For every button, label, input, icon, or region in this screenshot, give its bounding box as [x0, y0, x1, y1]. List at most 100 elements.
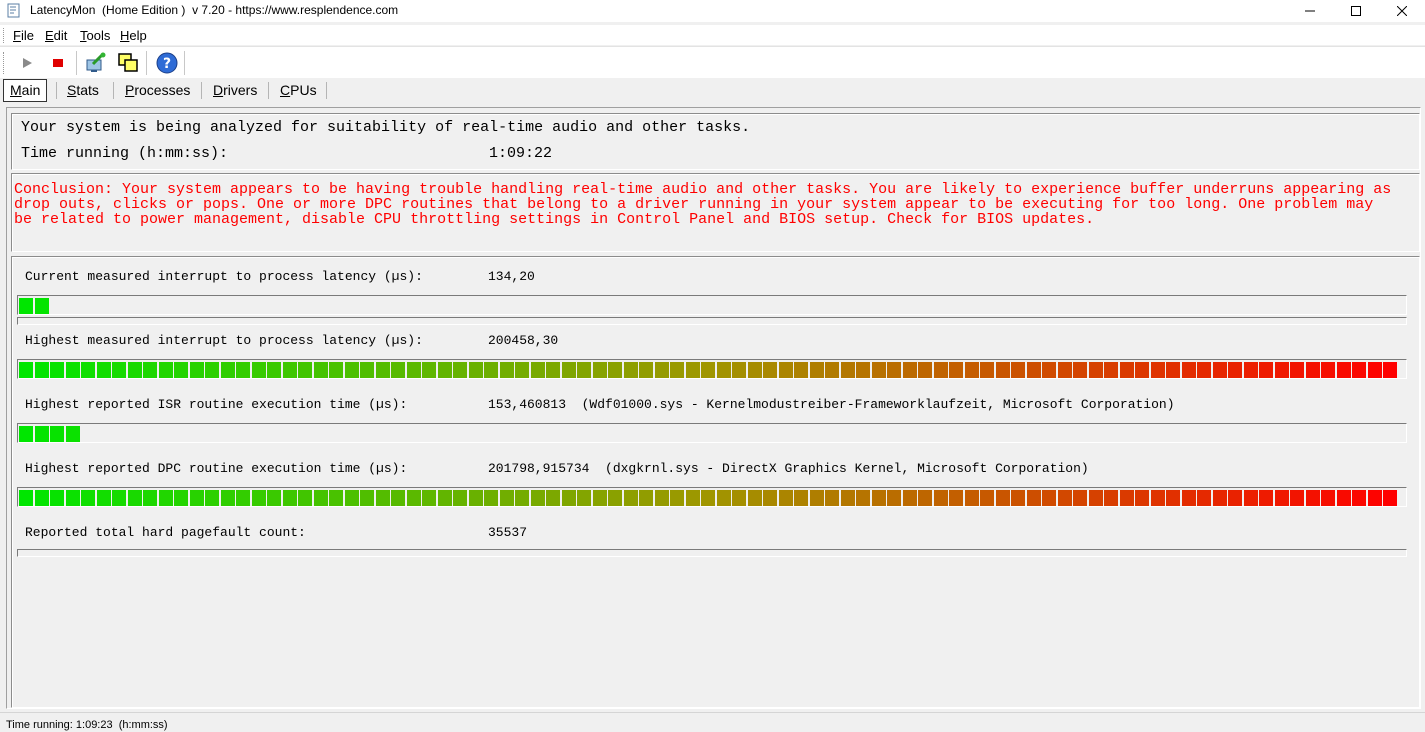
- current-latency-meter: [17, 295, 1407, 315]
- dpc-time-label: Highest reported DPC routine execution t…: [25, 461, 408, 476]
- window-title: LatencyMon (Home Edition ) v 7.20 - http…: [30, 3, 399, 17]
- meter-segment: [1181, 362, 1196, 378]
- menu-edit[interactable]: Edit: [45, 28, 67, 43]
- menu-help[interactable]: Help: [120, 28, 147, 43]
- meter-segment: [670, 362, 684, 378]
- meter-segment: [205, 362, 219, 378]
- meter-segment: [1290, 362, 1304, 378]
- meter-segment: [1352, 490, 1366, 506]
- meter-segment: [1104, 490, 1118, 506]
- meter-segment: [375, 490, 390, 506]
- meter-segment: [34, 426, 49, 442]
- meter-segment: [1367, 490, 1382, 506]
- meter-segment: [995, 490, 1010, 506]
- meter-segment: [406, 490, 421, 506]
- pagefault-label: Reported total hard pagefault count:: [25, 525, 306, 540]
- meter-segment: [639, 362, 653, 378]
- meter-segment: [515, 362, 529, 378]
- pagefault-value: 35537: [488, 525, 528, 540]
- meter-segment: [1181, 490, 1196, 506]
- start-button[interactable]: [14, 50, 40, 76]
- meter-segment: [391, 490, 405, 506]
- menu-file[interactable]: File: [13, 28, 34, 43]
- meter-segment: [313, 362, 328, 378]
- meter-segment: [1305, 490, 1320, 506]
- meter-segment: [205, 490, 219, 506]
- meter-segment: [515, 490, 529, 506]
- meter-segment: [530, 362, 545, 378]
- menu-tools[interactable]: Tools: [80, 28, 110, 43]
- meter-segment: [189, 362, 204, 378]
- meter-segment: [1088, 490, 1103, 506]
- isr-time-value: 153,460813 (Wdf01000.sys - Kernelmodustr…: [488, 397, 1175, 412]
- stop-button[interactable]: [45, 50, 71, 76]
- meter-segment: [1011, 362, 1025, 378]
- help-icon: ?: [156, 52, 178, 74]
- help-button[interactable]: ?: [154, 50, 180, 76]
- tab-main[interactable]: Main: [3, 79, 48, 102]
- meter-segment: [1290, 490, 1304, 506]
- meter-segment: [561, 490, 576, 506]
- tab-stats[interactable]: Stats: [61, 80, 105, 100]
- close-button[interactable]: [1379, 0, 1425, 22]
- meter-segment: [1026, 362, 1041, 378]
- meter-segment: [1119, 362, 1134, 378]
- meter-segment: [1243, 490, 1258, 506]
- window-icon: [118, 53, 138, 72]
- meter-segment: [887, 362, 901, 378]
- meter-segment: [1073, 362, 1087, 378]
- meter-segment: [360, 490, 374, 506]
- meter-segment: [1212, 362, 1227, 378]
- meter-segment: [964, 490, 979, 506]
- meter-segment: [1197, 490, 1211, 506]
- meter-segment: [406, 362, 421, 378]
- meter-segment: [81, 362, 95, 378]
- meter-segment: [871, 490, 886, 506]
- meter-segment: [236, 490, 250, 506]
- meter-segment: [1150, 362, 1165, 378]
- meter-segment: [468, 362, 483, 378]
- meter-segment: [747, 490, 762, 506]
- meter-segment: [127, 362, 142, 378]
- meter-segment: [112, 490, 126, 506]
- meter-segment: [577, 362, 591, 378]
- meter-segment: [1259, 490, 1273, 506]
- meter-segment: [794, 490, 808, 506]
- meter-segment: [50, 490, 64, 506]
- tab-processes[interactable]: Processes: [119, 80, 196, 100]
- current-latency-label: Current measured interrupt to process la…: [25, 269, 423, 284]
- meter-segment: [670, 490, 684, 506]
- meter-segment: [189, 490, 204, 506]
- meter-segment: [949, 362, 963, 378]
- windows-button[interactable]: [115, 50, 141, 76]
- minimize-button[interactable]: [1287, 0, 1333, 22]
- meter-segment: [1352, 362, 1366, 378]
- meter-segment: [127, 490, 142, 506]
- meter-segment: [251, 362, 266, 378]
- meter-segment: [778, 362, 793, 378]
- tab-separator: [201, 82, 202, 99]
- meter-segment: [1321, 490, 1335, 506]
- meter-segment: [81, 490, 95, 506]
- meter-segment: [313, 490, 328, 506]
- analysis-text: Your system is being analyzed for suitab…: [21, 119, 751, 136]
- meter-segment: [174, 490, 188, 506]
- maximize-button[interactable]: [1333, 0, 1379, 22]
- meter-segment: [685, 362, 700, 378]
- meter-segment: [344, 490, 359, 506]
- analyze-button[interactable]: [83, 50, 109, 76]
- tab-cpus[interactable]: CPUs: [274, 80, 323, 100]
- meter-segment: [1336, 362, 1351, 378]
- highest-latency-value: 200458,30: [488, 333, 559, 348]
- tab-strip: Main Stats Processes Drivers CPUs: [0, 78, 1425, 102]
- pagefault-meter: [17, 549, 1407, 557]
- meter-segment: [1274, 362, 1289, 378]
- meter-segment: [96, 490, 111, 506]
- tab-drivers[interactable]: Drivers: [207, 80, 263, 100]
- meter-segment: [763, 490, 777, 506]
- meter-segment: [422, 490, 436, 506]
- dpc-time-value: 201798,915734 (dxgkrnl.sys - DirectX Gra…: [488, 461, 1089, 476]
- meter-segment: [856, 362, 870, 378]
- meter-segment: [701, 490, 715, 506]
- meter-segment: [50, 426, 64, 442]
